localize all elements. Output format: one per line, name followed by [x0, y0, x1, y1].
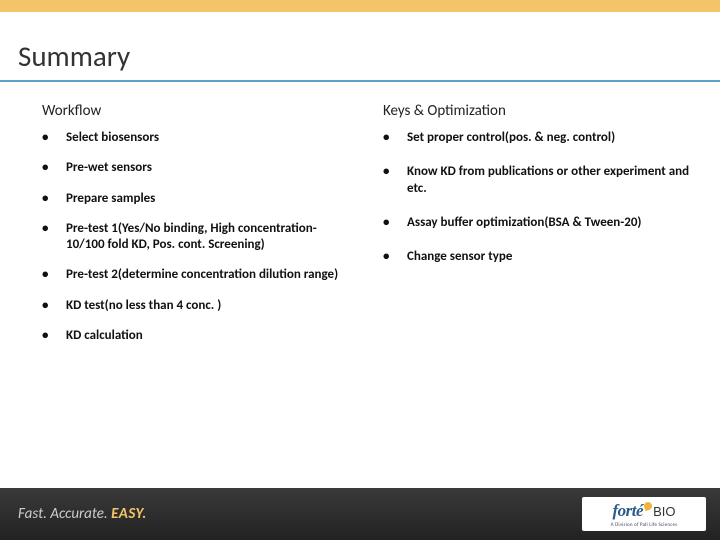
title-container: Summary — [0, 38, 720, 82]
list-item: Pre-wet sensors — [42, 160, 355, 176]
workflow-list: Select biosensors Pre-wet sensors Prepar… — [42, 130, 355, 344]
logo-main: forté BIO — [613, 501, 676, 521]
left-heading: Workflow — [42, 102, 355, 120]
tagline-word: EASY. — [111, 505, 147, 523]
logo-subtitle: A Division of Pall Life Sciences — [611, 522, 678, 528]
list-item: KD calculation — [42, 328, 355, 344]
tagline-word: Accurate. — [50, 505, 107, 523]
footer-bar: Fast. Accurate. EASY. forté BIO A Divisio… — [0, 488, 720, 540]
list-item: Change sensor type — [383, 249, 696, 265]
list-item: Prepare samples — [42, 191, 355, 207]
list-item: Assay buffer optimization(BSA & Tween-20… — [383, 215, 696, 231]
brand-logo: forté BIO A Division of Pall Life Science… — [582, 497, 706, 531]
tagline-word: Fast. — [18, 505, 47, 523]
slide-title: Summary — [0, 38, 720, 80]
logo-suffix: BIO — [653, 504, 675, 519]
list-item: Set proper control(pos. & neg. control) — [383, 130, 696, 146]
logo-text: forté — [613, 501, 644, 521]
content-area: Workflow Select biosensors Pre-wet senso… — [0, 82, 720, 488]
list-item: Pre-test 1(Yes/No binding, High concentr… — [42, 221, 355, 254]
right-heading: Keys & Optimization — [383, 102, 696, 120]
list-item: Know KD from publications or other exper… — [383, 164, 696, 197]
footer-tagline: Fast. Accurate. EASY. — [18, 505, 147, 523]
keys-list: Set proper control(pos. & neg. control) … — [383, 130, 696, 265]
leaf-icon — [643, 500, 653, 510]
right-column: Keys & Optimization Set proper control(p… — [383, 102, 696, 488]
left-column: Workflow Select biosensors Pre-wet senso… — [42, 102, 355, 488]
top-accent-bar — [0, 0, 720, 12]
list-item: KD test(no less than 4 conc. ) — [42, 298, 355, 314]
slide: Summary Workflow Select biosensors Pre-w… — [0, 0, 720, 540]
list-item: Select biosensors — [42, 130, 355, 146]
list-item: Pre-test 2(determine concentration dilut… — [42, 267, 355, 283]
